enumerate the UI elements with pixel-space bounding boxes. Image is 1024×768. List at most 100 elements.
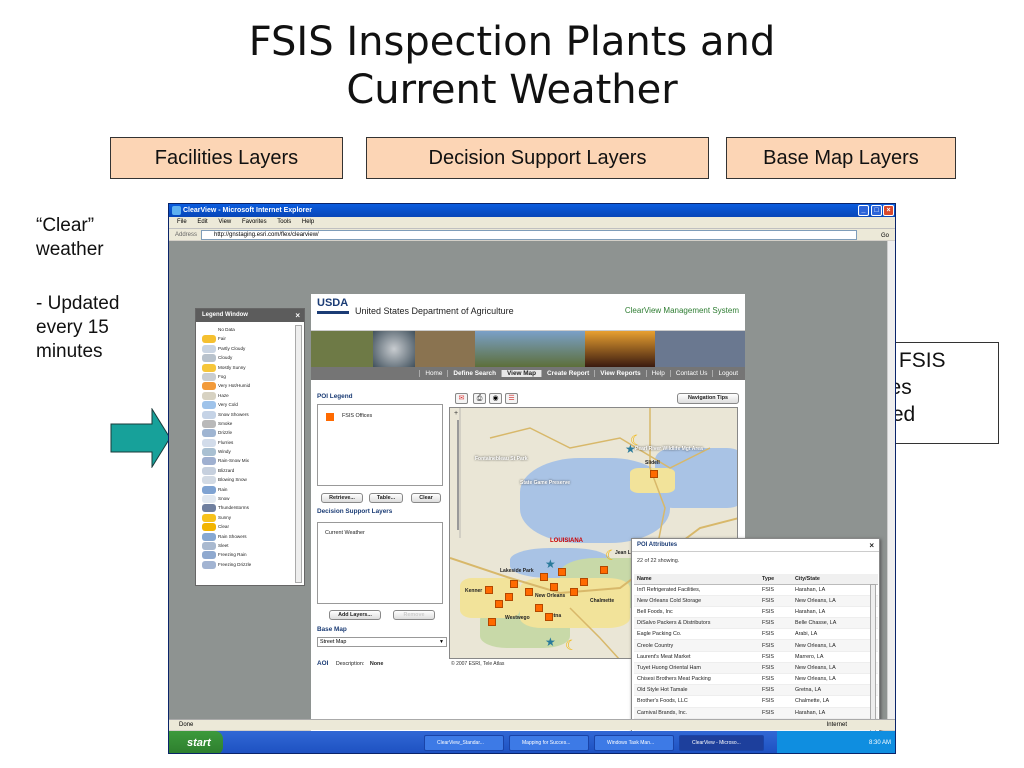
- facility-marker[interactable]: [510, 580, 518, 588]
- page-scrollbar[interactable]: [887, 241, 895, 719]
- task-button-active[interactable]: ClearView - Microso...: [679, 735, 764, 751]
- facility-marker[interactable]: [485, 586, 493, 594]
- menu-file[interactable]: File: [177, 219, 187, 225]
- list-icon[interactable]: ☰: [505, 393, 518, 404]
- legend-item: Windy: [200, 447, 292, 457]
- table-row[interactable]: Old Style Hot Tamale FSIS Gretna, LA: [634, 684, 878, 697]
- slide-title-line-1: FSIS Inspection Plants and: [248, 19, 776, 65]
- banner-photo: [311, 331, 373, 367]
- email-icon[interactable]: ✉: [455, 393, 468, 404]
- map-label: New Orleans: [535, 593, 566, 599]
- base-map-select[interactable]: Street Map ▼: [317, 637, 447, 647]
- cell-city-state: Harahan, LA: [792, 707, 878, 719]
- close-icon[interactable]: ×: [883, 205, 894, 216]
- menu-help[interactable]: Help: [302, 219, 314, 225]
- cell-city-state: New Orleans, LA: [792, 595, 878, 607]
- table-row[interactable]: Int'l Refrigerated Facilities, FSIS Haraha…: [634, 584, 878, 596]
- poi-legend-item-label: FSIS Offices: [342, 413, 373, 419]
- menu-favorites[interactable]: Favorites: [242, 219, 267, 225]
- nav-help[interactable]: Help: [645, 370, 670, 377]
- zoom-in-icon[interactable]: +: [454, 410, 464, 417]
- cell-city-state: Harahan, LA: [792, 606, 878, 619]
- cell-city-state: Harahan, LA: [792, 584, 878, 596]
- facility-marker[interactable]: [580, 578, 588, 586]
- facility-marker[interactable]: [540, 573, 548, 581]
- column-header-type[interactable]: Type: [759, 574, 792, 585]
- task-button[interactable]: Mapping for Succes...: [509, 735, 589, 751]
- weather-symbol-icon: [202, 382, 216, 391]
- address-input[interactable]: http://gnstaging.esri.com/flex/clearview…: [201, 230, 857, 240]
- cell-type: FSIS: [759, 628, 792, 641]
- current-weather-layer[interactable]: Current Weather: [325, 530, 365, 536]
- clear-button[interactable]: Clear: [411, 493, 441, 503]
- poi-attributes-close-icon[interactable]: ×: [869, 539, 874, 552]
- facility-marker[interactable]: [488, 618, 496, 626]
- cell-type: FSIS: [759, 695, 792, 708]
- binoculars-icon[interactable]: ◉: [489, 393, 502, 404]
- menu-view[interactable]: View: [218, 219, 231, 225]
- table-button[interactable]: Table...: [369, 493, 403, 503]
- left-note-clear: “Clear” weather: [36, 214, 104, 262]
- table-row[interactable]: Bell Foods, Inc FSIS Harahan, LA: [634, 606, 878, 619]
- facility-marker[interactable]: [570, 588, 578, 596]
- legend-header: Legend Window ×: [196, 309, 304, 322]
- task-button[interactable]: ClearView_Standar...: [424, 735, 504, 751]
- nav-define-search[interactable]: Define Search: [447, 370, 502, 377]
- nav-view-map[interactable]: View Map: [501, 370, 542, 377]
- cell-name: Carnival Brands, Inc.: [634, 707, 759, 719]
- cell-type: FSIS: [759, 606, 792, 619]
- nav-home[interactable]: Home: [419, 370, 448, 377]
- add-layers-button[interactable]: Add Layers...: [329, 610, 381, 620]
- table-row[interactable]: Tuyet Huong Oriental Ham FSIS New Orleans,…: [634, 662, 878, 675]
- minimize-icon[interactable]: _: [858, 205, 869, 216]
- nav-create-report[interactable]: Create Report: [541, 370, 595, 377]
- table-row[interactable]: DiSalvo Packers & Distributors FSIS Belle …: [634, 617, 878, 630]
- table-row[interactable]: Laurent's Meat Market FSIS Marrero, LA: [634, 651, 878, 663]
- print-icon[interactable]: ⎙: [473, 393, 486, 404]
- poi-legend-item[interactable]: FSIS Offices: [326, 413, 373, 421]
- nav-contact-us[interactable]: Contact Us: [669, 370, 713, 377]
- facility-marker[interactable]: [600, 566, 608, 574]
- start-button[interactable]: start: [169, 731, 223, 753]
- remove-button[interactable]: Remove: [393, 610, 435, 620]
- table-row[interactable]: Brother's Foods, LLC FSIS Chalmette, LA: [634, 695, 878, 708]
- facility-marker[interactable]: [535, 604, 543, 612]
- legend-item: Rain-Snow Mix: [200, 456, 292, 466]
- maximize-icon[interactable]: □: [871, 205, 882, 216]
- table-row[interactable]: Chisesi Brothers Meat Packing FSIS New Orl…: [634, 673, 878, 686]
- legend-item-label: Rain-Snow Mix: [218, 458, 249, 464]
- facility-marker[interactable]: [550, 583, 558, 591]
- status-bar: Done Internet: [169, 719, 895, 730]
- legend-item-label: Rain Showers: [218, 533, 247, 539]
- task-button[interactable]: Windows Task Man...: [594, 735, 674, 751]
- column-header-name[interactable]: Name: [634, 574, 759, 585]
- legend-item: Snow: [200, 494, 292, 504]
- facility-marker[interactable]: [525, 588, 533, 596]
- nav-logout[interactable]: Logout: [712, 370, 743, 377]
- facility-marker[interactable]: [505, 593, 513, 601]
- table-row[interactable]: New Orleans Cold Storage FSIS New Orleans,…: [634, 595, 878, 607]
- legend-close-icon[interactable]: ×: [295, 309, 300, 322]
- menu-edit[interactable]: Edit: [197, 219, 207, 225]
- weather-clear-night-moon-icon: ☾: [565, 637, 578, 653]
- navigation-tips-button[interactable]: Navigation Tips: [677, 393, 739, 404]
- table-row[interactable]: Creole Country FSIS New Orleans, LA: [634, 639, 878, 652]
- cell-city-state: Arabi, LA: [792, 628, 878, 641]
- nav-view-reports[interactable]: View Reports: [594, 370, 646, 377]
- facility-marker[interactable]: [650, 470, 658, 478]
- legend-item-label: No Data: [218, 327, 235, 332]
- facility-marker[interactable]: [545, 613, 553, 621]
- facility-marker[interactable]: [558, 568, 566, 576]
- table-row[interactable]: Carnival Brands, Inc. FSIS Harahan, LA: [634, 707, 878, 719]
- weather-symbol-icon: [202, 476, 216, 485]
- slide-title-line-2: Current Weather: [346, 67, 678, 113]
- zoom-slider[interactable]: +: [454, 410, 464, 530]
- status-text: Done: [179, 722, 194, 728]
- zoom-track: [457, 420, 459, 530]
- column-header-city-state[interactable]: City/State: [792, 574, 878, 585]
- retrieve-button[interactable]: Retrieve...: [321, 493, 363, 503]
- legend-scrollbar[interactable]: [295, 325, 302, 583]
- menu-tools[interactable]: Tools: [277, 219, 291, 225]
- facility-marker[interactable]: [495, 600, 503, 608]
- table-row[interactable]: Eagle Packing Co. FSIS Arabi, LA: [634, 628, 878, 641]
